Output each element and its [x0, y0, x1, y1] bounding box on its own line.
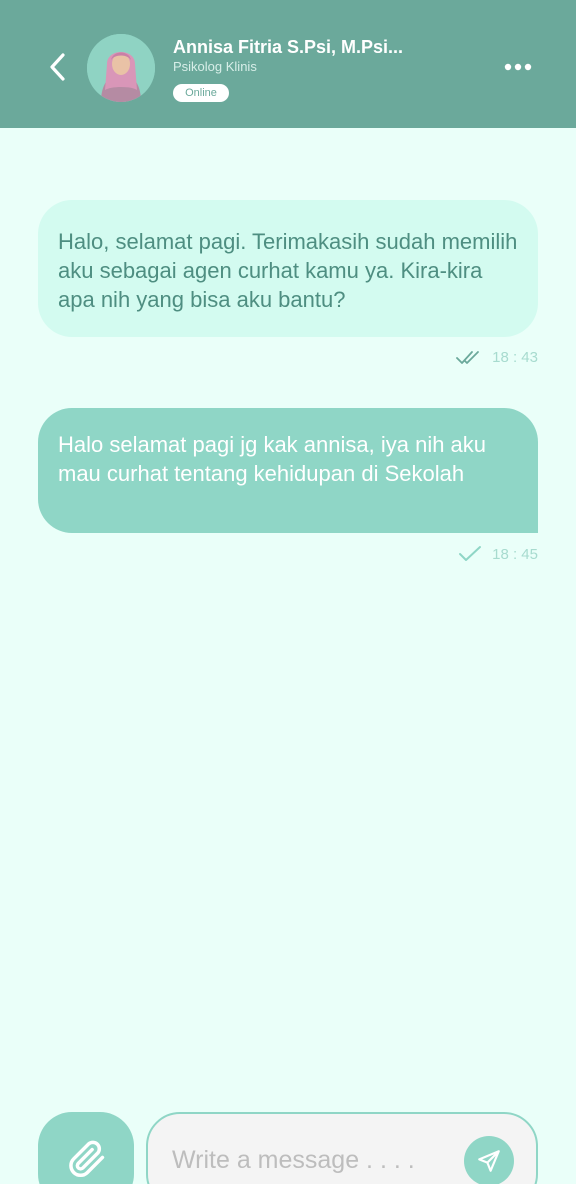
status-badge: Online: [173, 84, 229, 102]
chevron-left-icon: [50, 53, 65, 81]
send-button[interactable]: [464, 1136, 514, 1184]
message-meta: 18 : 45: [458, 545, 538, 563]
message-time: 18 : 43: [492, 349, 538, 366]
contact-role: Psikolog Klinis: [173, 59, 257, 74]
message-text: Halo, selamat pagi. Terimakasih sudah me…: [58, 229, 518, 312]
avatar-photo: [87, 34, 155, 102]
contact-name: Annisa Fitria S.Psi, M.Psi...: [173, 37, 404, 57]
check-icon: [459, 546, 482, 561]
message-bubble-incoming[interactable]: Halo, selamat pagi. Terimakasih sudah me…: [38, 200, 538, 337]
more-horizontal-icon: [504, 63, 532, 71]
double-check-icon: [456, 350, 480, 364]
back-button[interactable]: [40, 47, 76, 87]
chat-header: Annisa Fitria S.Psi, M.Psi... Psikolog K…: [0, 0, 576, 128]
avatar[interactable]: [87, 34, 155, 102]
attach-button[interactable]: [38, 1112, 134, 1184]
message-bubble-outgoing[interactable]: Halo selamat pagi jg kak annisa, iya nih…: [38, 408, 538, 533]
message-text: Halo selamat pagi jg kak annisa, iya nih…: [58, 432, 487, 486]
message-time: 18 : 45: [492, 545, 538, 563]
message-composer: [146, 1112, 538, 1184]
more-options-button[interactable]: [498, 52, 538, 82]
message-meta: 18 : 43: [456, 349, 538, 366]
message-input[interactable]: [172, 1142, 452, 1178]
paperclip-icon: [69, 1140, 105, 1178]
send-icon: [478, 1150, 500, 1172]
